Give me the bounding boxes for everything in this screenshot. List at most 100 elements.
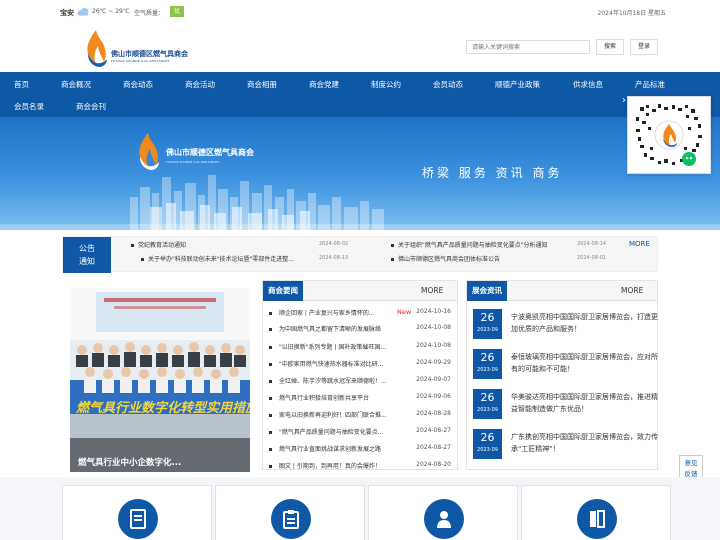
date-box: 26 2023-09 — [473, 429, 502, 459]
news-date: 2024-08-20 — [416, 461, 451, 468]
news-item[interactable]: "中欧家用燃气快速热水器标准对比研... 2024-09-29 — [269, 359, 451, 371]
news-panel-header: 商会要闻 MORE — [263, 281, 457, 301]
nav-item-overview[interactable]: 商会概况 — [61, 79, 91, 90]
news-date: 2024-10-08 — [416, 324, 451, 331]
exhibition-title: 广东携创亮相中国国际厨卫家居博览会，致力传承"工匠精神"！ — [511, 433, 658, 453]
exhibition-item[interactable]: 26 2023-09 华美骏达亮相中国国际厨卫家居博览会，推进精益智能制造做广东… — [473, 389, 659, 421]
news-title: 顺企回家 | 产业复兴与家乡情怀的... — [279, 310, 375, 317]
notice-more-link[interactable]: MORE — [629, 240, 650, 248]
current-date: 2024年10月18日 星期五 — [597, 10, 666, 17]
nav-item-member-news[interactable]: 会员动态 — [433, 79, 463, 90]
clipboard-icon — [271, 499, 311, 539]
date-month: 2023-09 — [477, 327, 498, 333]
notice-item[interactable]: 关于举办"科技联动创未来"技术论坛暨"零部件走进整... — [141, 254, 294, 263]
exhibition-item[interactable]: 26 2023-09 宁波奥凯亮相中国国际厨卫家居博览会，打造更加优质的产品和服… — [473, 309, 659, 341]
book-icon — [577, 499, 617, 539]
exhibition-title: 泰恒玻璃亮相中国国际厨卫家居博览会，应对所有的可能和不可能！ — [511, 353, 658, 373]
news-date: 2024-09-29 — [416, 359, 451, 366]
nav-item-activities[interactable]: 商会活动 — [185, 79, 215, 90]
nav-item-journal[interactable]: 商会会刊 — [76, 101, 106, 112]
notice-item[interactable]: 关于组织"燃气具产品质量问题与抽检变化要点"分析通知 — [391, 240, 548, 249]
news-item[interactable]: 顺企回家 | 产业复兴与家乡情怀的... New 2024-10-16 — [269, 308, 451, 320]
nav-item-members[interactable]: 会员名录 — [14, 101, 44, 112]
nav-item-rules[interactable]: 制度公约 — [371, 79, 401, 90]
chevron-right-icon[interactable]: › — [622, 95, 626, 106]
news-item[interactable]: "以旧换新"系列专题 | 国补政策催旺国... 2024-10-08 — [269, 342, 451, 354]
banner-logo-subtitle: FOSHAN SHUNDE GAS APPLIANCES — [166, 160, 219, 164]
cloud-icon — [77, 8, 89, 16]
news-item[interactable]: 全红婵、陈芋汐等跳水冠军来顺德啦！... 2024-09-07 — [269, 376, 451, 388]
notice-item[interactable]: 党纪教育活动通知 — [131, 240, 186, 249]
news-date: 2024-08-27 — [416, 427, 451, 434]
news-item[interactable]: 家电以旧换新再迎利好！四部门联合推... 2024-08-28 — [269, 410, 451, 422]
news-item[interactable]: 燃气具行业直面挑战谋求创新发展之路 2024-08-27 — [269, 444, 451, 456]
bullet-icon — [269, 380, 272, 383]
news-title: 燃气具行业直面挑战谋求创新发展之路 — [279, 446, 382, 453]
news-item[interactable]: "燃气具产品质量问题与抽检变化要点... 2024-08-27 — [269, 427, 451, 439]
news-item[interactable]: 图文 | 引期到，到再用！真的会爆炸！ 2024-08-20 — [269, 461, 451, 473]
nav-item-news[interactable]: 商会动态 — [123, 79, 153, 90]
news-date: 2024-10-16 — [416, 308, 451, 315]
search-input[interactable] — [466, 40, 590, 54]
banner-slogan: 桥梁 服务 资讯 商务 — [422, 166, 563, 180]
service-card[interactable] — [368, 485, 518, 540]
nav-item-standards[interactable]: 产品标准 — [635, 79, 665, 90]
site-logo[interactable]: 佛山市顺德区燃气具商会 FOSHAN SHUNDE GAS APPLIANCES — [84, 29, 194, 69]
news-more-link[interactable]: MORE — [421, 286, 443, 295]
group-photo-image: 燃气具行业数字化转型实用措施培 — [70, 288, 250, 472]
news-item[interactable]: 为中国燃气具之都留下清晰的发展脉络 2024-10-08 — [269, 324, 451, 336]
bullet-icon — [269, 363, 272, 366]
bullet-icon — [269, 397, 272, 400]
nav-item-party[interactable]: 商会党建 — [309, 79, 339, 90]
notice-title: 佛山市顺德区燃气具商会团体标准公告 — [398, 256, 501, 263]
svg-text:燃气具行业数字化转型实用措施培: 燃气具行业数字化转型实用措施培 — [75, 400, 250, 416]
bullet-icon — [131, 244, 134, 247]
notice-label-line2: 通知 — [79, 257, 95, 266]
bullet-icon — [269, 328, 272, 331]
exhibition-panel: 展会资讯 MORE 26 2023-09 宁波奥凯亮相中国国际厨卫家居博览会，打… — [466, 280, 658, 470]
date-box: 26 2023-09 — [473, 309, 502, 339]
search-button[interactable]: 搜索 — [596, 39, 624, 55]
logo-name: 佛山市顺德区燃气具商会 — [111, 49, 188, 58]
news-title: "中欧家用燃气快速热水器标准对比研... — [279, 361, 384, 368]
nav-item-supply[interactable]: 供求信息 — [573, 79, 603, 90]
bullet-icon — [269, 312, 272, 315]
date-day: 26 — [480, 431, 495, 444]
exhibition-more-link[interactable]: MORE — [621, 286, 643, 295]
notice-item[interactable]: 佛山市顺德区燃气具商会团体标准公告 — [391, 254, 500, 263]
bullet-icon — [269, 465, 272, 468]
news-date: 2024-09-07 — [416, 376, 451, 383]
bullet-icon — [391, 258, 394, 261]
featured-photo[interactable]: 燃气具行业数字化转型实用措施培 燃气具行业中小企数字化... — [70, 288, 250, 472]
nav-item-album[interactable]: 商会相册 — [247, 79, 277, 90]
flame-logo-icon — [139, 133, 159, 170]
document-icon — [118, 499, 158, 539]
exhibition-panel-header: 展会资讯 MORE — [467, 281, 657, 301]
service-card[interactable] — [521, 485, 671, 540]
exhibition-title: 宁波奥凯亮相中国国际厨卫家居博览会，打造更加优质的产品和服务！ — [511, 313, 658, 333]
nav-item-home[interactable]: 首页 — [14, 79, 29, 90]
bullet-icon — [391, 244, 394, 247]
news-date: 2024-09-06 — [416, 393, 451, 400]
bullet-icon — [141, 258, 144, 261]
exhibition-item[interactable]: 26 2023-09 泰恒玻璃亮相中国国际厨卫家居博览会，应对所有的可能和不可能… — [473, 349, 659, 381]
new-badge: New — [397, 308, 412, 316]
date-month: 2023-09 — [477, 407, 498, 413]
notice-title: 关于组织"燃气具产品质量问题与抽检变化要点"分析通知 — [398, 242, 548, 249]
logo-subtitle: FOSHAN SHUNDE GAS APPLIANCES — [111, 59, 170, 63]
news-item[interactable]: 燃气具行业积极培育创新共享平台 2024-09-06 — [269, 393, 451, 405]
service-card[interactable] — [215, 485, 365, 540]
notice-date: 2024-08-02 — [319, 241, 349, 247]
service-card[interactable] — [62, 485, 212, 540]
header: 佛山市顺德区燃气具商会 FOSHAN SHUNDE GAS APPLIANCES… — [0, 24, 720, 72]
login-button[interactable]: 登录 — [630, 39, 658, 55]
nav-item-policy[interactable]: 顺德产业政策 — [495, 79, 540, 90]
city-label: 宝安 — [60, 9, 74, 17]
exhibition-title: 华美骏达亮相中国国际厨卫家居博览会，推进精益智能制造做广东优品！ — [511, 393, 658, 413]
banner-logo-name: 佛山市顺德区燃气具商会 — [166, 147, 254, 157]
user-icon — [424, 499, 464, 539]
news-title: "以旧换新"系列专题 | 国补政策催旺国... — [279, 344, 387, 351]
notice-date: 2024-08-01 — [577, 255, 607, 261]
bullet-icon — [269, 414, 272, 417]
exhibition-item[interactable]: 26 2023-09 广东携创亮相中国国际厨卫家居博览会，致力传承"工匠精神"！ — [473, 429, 659, 461]
